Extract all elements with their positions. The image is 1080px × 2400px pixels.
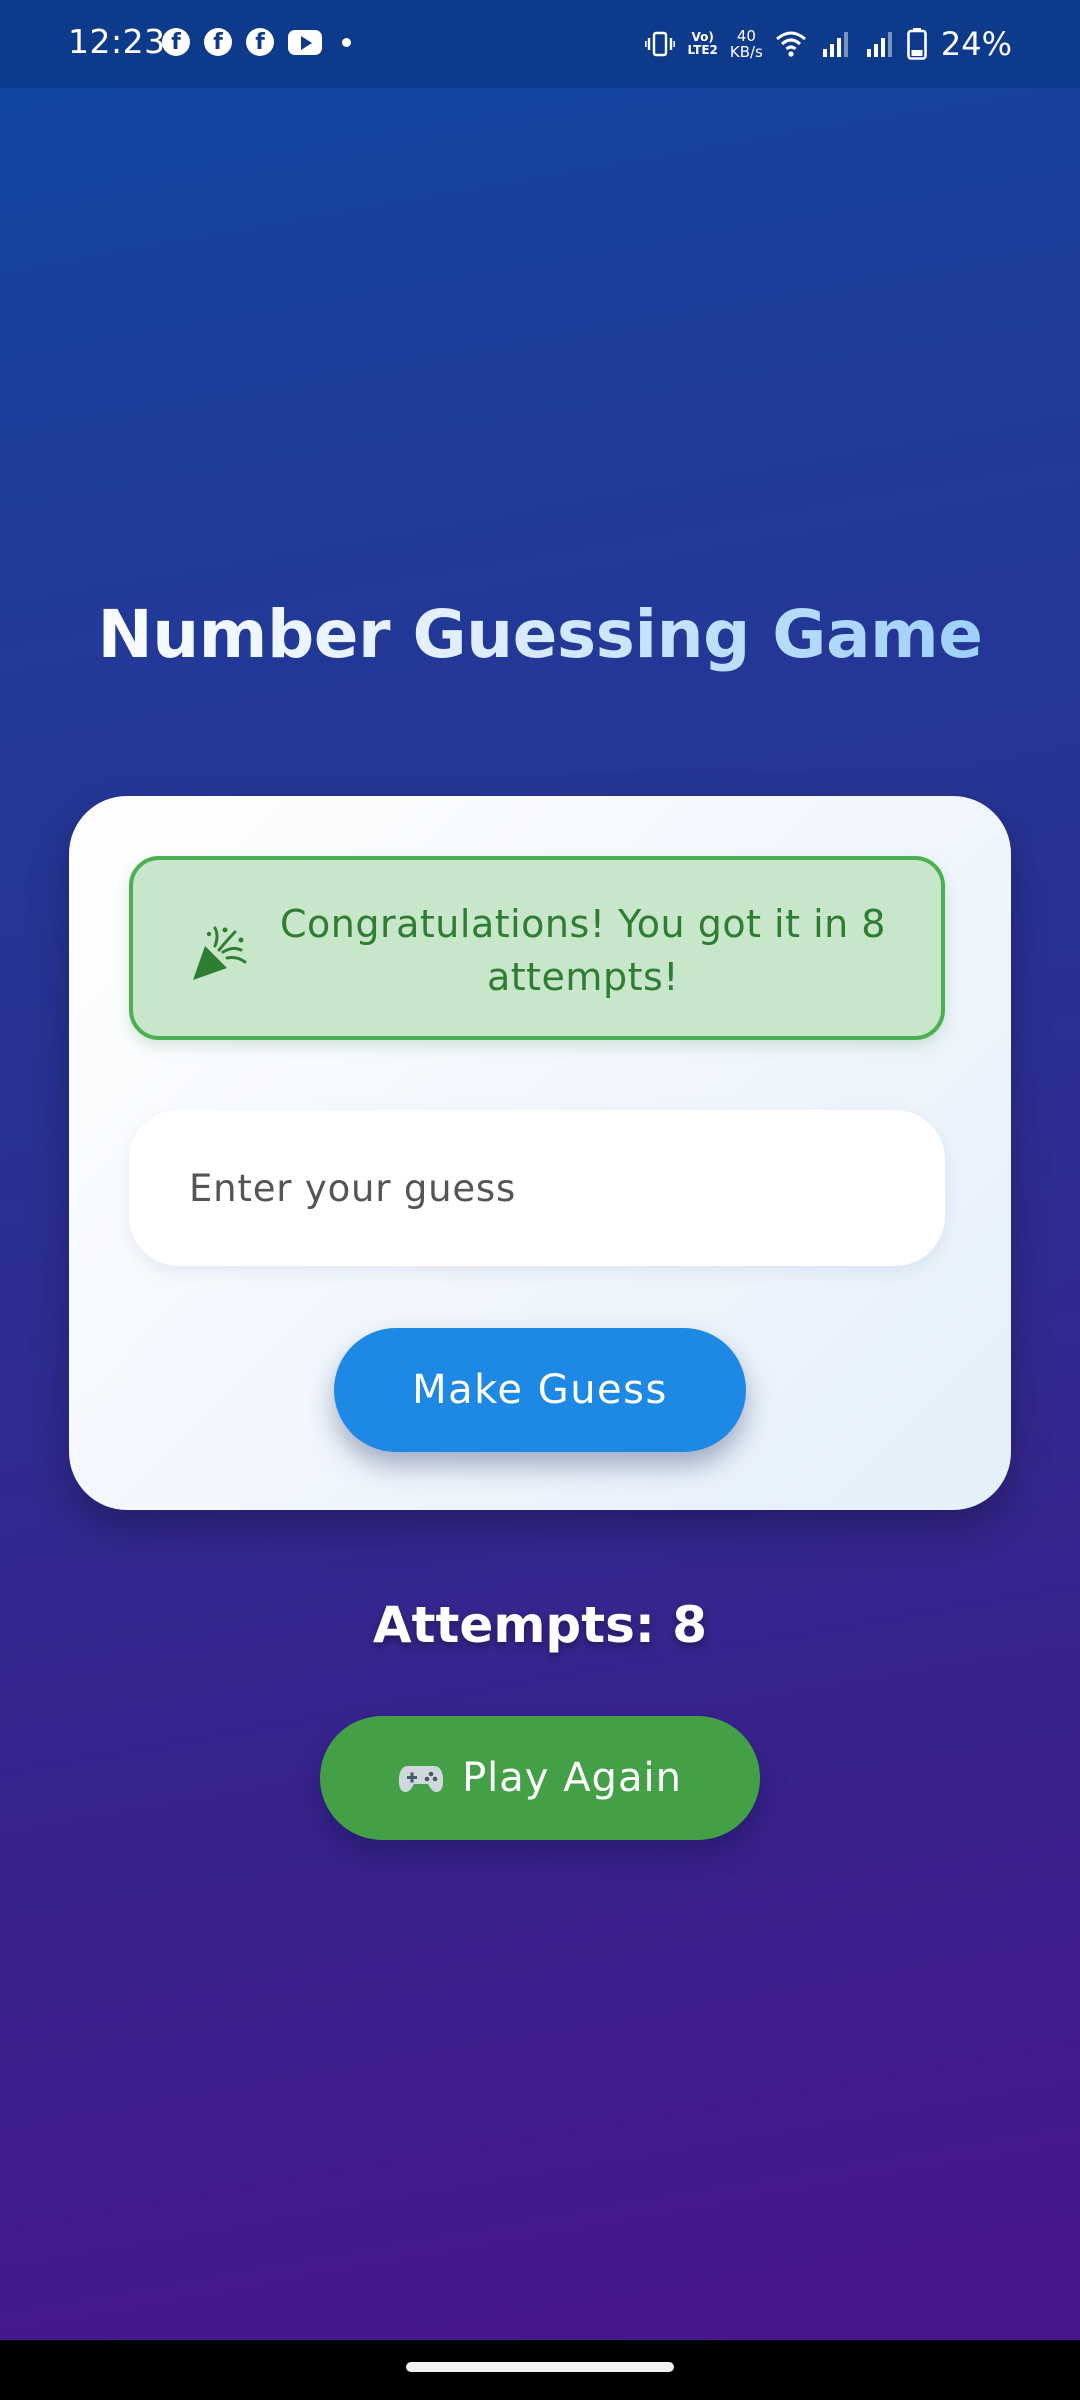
result-message-box: Congratulations! You got it in 8 attempt…	[129, 856, 945, 1040]
youtube-icon	[288, 29, 322, 55]
vibrate-icon	[645, 31, 676, 57]
play-again-button[interactable]: Play Again	[320, 1716, 760, 1840]
result-message: Congratulations! You got it in 8 attempt…	[280, 902, 886, 999]
navigation-bar	[0, 2340, 1080, 2400]
gamepad-icon	[398, 1766, 444, 1792]
network-speed: 40 KB/s	[730, 28, 763, 60]
volte-indicator: Vo) LTE2	[687, 31, 717, 57]
cell-signal-2-icon	[866, 32, 892, 57]
play-again-label: Play Again	[462, 1755, 682, 1801]
status-bar: 12:23 f f f Vo) LTE2 40 KB/s 24%	[0, 0, 1080, 88]
status-time: 12:23	[68, 22, 166, 61]
game-card: Congratulations! You got it in 8 attempt…	[69, 796, 1011, 1510]
page-title: Number Guessing Game	[0, 596, 1080, 673]
attempts-counter: Attempts: 8	[372, 1596, 708, 1654]
home-indicator[interactable]	[406, 2362, 674, 2372]
battery-percent: 24%	[940, 25, 1012, 63]
notification-icons: f f f	[162, 28, 351, 56]
make-guess-button[interactable]: Make Guess	[334, 1328, 746, 1452]
network-speed-value: 40	[736, 27, 756, 45]
system-indicators: Vo) LTE2 40 KB/s 24%	[645, 22, 1012, 66]
volte-line2: LTE2	[687, 43, 718, 57]
more-dot-icon	[342, 37, 351, 47]
make-guess-label: Make Guess	[412, 1367, 668, 1413]
battery-icon	[907, 28, 927, 60]
facebook-icon: f	[204, 28, 232, 56]
network-speed-unit: KB/s	[729, 43, 763, 61]
guess-input[interactable]	[129, 1110, 945, 1266]
facebook-icon: f	[246, 28, 274, 56]
cell-signal-icon	[822, 32, 848, 57]
wifi-icon	[775, 31, 806, 57]
facebook-icon: f	[162, 28, 190, 56]
party-popper-icon	[193, 926, 247, 980]
